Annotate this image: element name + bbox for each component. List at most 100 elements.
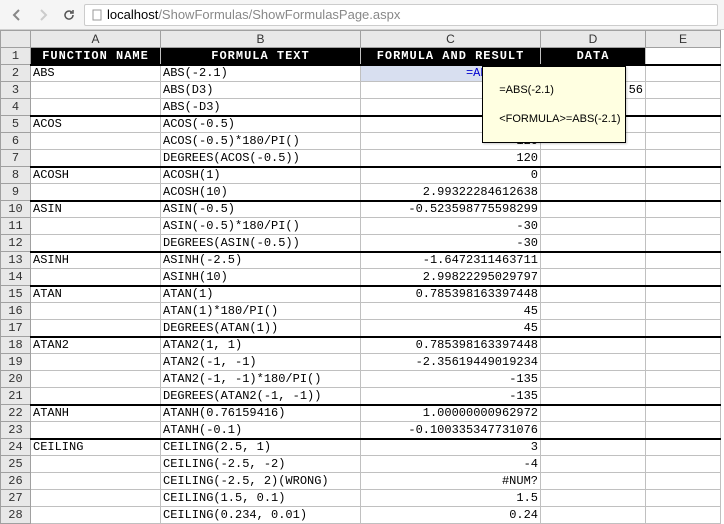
cell[interactable]: 0.24 [361, 507, 541, 524]
cell[interactable] [541, 303, 646, 320]
cell[interactable] [646, 507, 721, 524]
cell[interactable]: ACOS [31, 116, 161, 133]
row-header[interactable]: 9 [1, 184, 31, 201]
cell[interactable] [646, 337, 721, 354]
row-header[interactable]: 23 [1, 422, 31, 439]
cell[interactable]: 45 [361, 303, 541, 320]
row-header[interactable]: 2 [1, 65, 31, 82]
cell[interactable]: 0 [361, 167, 541, 184]
row-header[interactable]: 8 [1, 167, 31, 184]
cell[interactable] [31, 490, 161, 507]
cell[interactable]: ACOSH [31, 167, 161, 184]
cell[interactable] [646, 252, 721, 269]
cell[interactable]: #NUM? [361, 473, 541, 490]
cell[interactable] [646, 65, 721, 82]
cell[interactable]: ASIN(-0.5) [161, 201, 361, 218]
cell[interactable]: ATAN2(1, 1) [161, 337, 361, 354]
cell[interactable] [646, 133, 721, 150]
cell[interactable]: CEILING(-2.5, 2)(WRONG) [161, 473, 361, 490]
cell[interactable]: -0.100335347731076 [361, 422, 541, 439]
cell[interactable] [31, 320, 161, 337]
row-header[interactable]: 12 [1, 235, 31, 252]
cell[interactable] [31, 133, 161, 150]
cell[interactable] [541, 490, 646, 507]
cell[interactable]: DATA [541, 48, 646, 65]
cell[interactable] [541, 388, 646, 405]
cell[interactable]: FORMULA AND RESULT [361, 48, 541, 65]
row-header[interactable]: 22 [1, 405, 31, 422]
row-header[interactable]: 4 [1, 99, 31, 116]
cell[interactable] [646, 320, 721, 337]
cell[interactable]: ACOS(-0.5) [161, 116, 361, 133]
cell[interactable]: ATAN [31, 286, 161, 303]
cell[interactable]: ACOSH(1) [161, 167, 361, 184]
cell[interactable] [646, 235, 721, 252]
cell[interactable] [31, 371, 161, 388]
cell[interactable]: -0.523598775598299 [361, 201, 541, 218]
cell[interactable]: ACOSH(10) [161, 184, 361, 201]
cell[interactable] [541, 439, 646, 456]
cell[interactable] [541, 167, 646, 184]
row-header[interactable]: 16 [1, 303, 31, 320]
cell[interactable]: -135 [361, 371, 541, 388]
cell[interactable] [31, 422, 161, 439]
cell[interactable] [541, 252, 646, 269]
col-header-A[interactable]: A [31, 31, 161, 48]
forward-button[interactable] [32, 4, 54, 26]
cell[interactable]: ATAN2 [31, 337, 161, 354]
row-header[interactable]: 14 [1, 269, 31, 286]
cell[interactable] [646, 218, 721, 235]
cell[interactable]: -30 [361, 235, 541, 252]
cell[interactable]: ACOS(-0.5)*180/PI() [161, 133, 361, 150]
row-header[interactable]: 13 [1, 252, 31, 269]
row-header[interactable]: 6 [1, 133, 31, 150]
row-header[interactable]: 21 [1, 388, 31, 405]
cell[interactable] [646, 184, 721, 201]
row-header[interactable]: 7 [1, 150, 31, 167]
row-header[interactable]: 17 [1, 320, 31, 337]
cell[interactable]: ATANH(-0.1) [161, 422, 361, 439]
row-header[interactable]: 5 [1, 116, 31, 133]
cell[interactable] [646, 269, 721, 286]
cell[interactable]: CEILING(-2.5, -2) [161, 456, 361, 473]
cell[interactable] [31, 354, 161, 371]
cell[interactable] [31, 99, 161, 116]
cell[interactable] [31, 235, 161, 252]
cell[interactable]: FUNCTION NAME [31, 48, 161, 65]
row-header[interactable]: 24 [1, 439, 31, 456]
cell[interactable] [646, 439, 721, 456]
cell[interactable] [31, 507, 161, 524]
cell[interactable] [541, 320, 646, 337]
row-header[interactable]: 15 [1, 286, 31, 303]
cell[interactable] [541, 507, 646, 524]
cell[interactable] [541, 473, 646, 490]
cell[interactable] [646, 473, 721, 490]
cell[interactable]: CEILING [31, 439, 161, 456]
row-header[interactable]: 18 [1, 337, 31, 354]
cell[interactable] [31, 218, 161, 235]
cell[interactable] [646, 456, 721, 473]
cell[interactable] [646, 490, 721, 507]
cell[interactable] [31, 269, 161, 286]
row-header[interactable]: 20 [1, 371, 31, 388]
cell[interactable]: ATAN2(-1, -1) [161, 354, 361, 371]
cell[interactable]: ABS [31, 65, 161, 82]
cell[interactable] [541, 286, 646, 303]
cell[interactable]: DEGREES(ACOS(-0.5)) [161, 150, 361, 167]
cell[interactable]: DEGREES(ATAN2(-1, -1)) [161, 388, 361, 405]
cell[interactable] [31, 456, 161, 473]
reload-button[interactable] [58, 4, 80, 26]
cell[interactable]: ASIN [31, 201, 161, 218]
cell[interactable]: DEGREES(ATAN(1)) [161, 320, 361, 337]
cell[interactable] [646, 48, 721, 65]
cell[interactable] [541, 337, 646, 354]
cell[interactable] [646, 422, 721, 439]
cell[interactable] [646, 99, 721, 116]
cell[interactable]: ATANH [31, 405, 161, 422]
row-header[interactable]: 28 [1, 507, 31, 524]
row-header[interactable]: 26 [1, 473, 31, 490]
cell[interactable] [31, 388, 161, 405]
cell[interactable] [31, 473, 161, 490]
cell[interactable] [646, 116, 721, 133]
cell[interactable] [646, 303, 721, 320]
